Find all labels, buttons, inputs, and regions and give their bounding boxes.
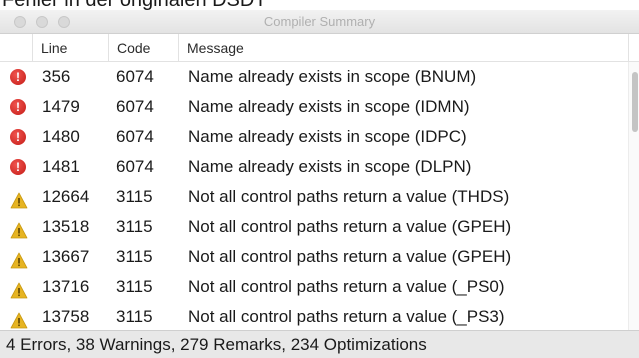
code-cell: 3115	[116, 277, 153, 296]
warning-icon	[10, 189, 28, 209]
code-cell: 3115	[116, 247, 153, 266]
error-icon: !	[10, 99, 28, 116]
warning-icon	[10, 219, 28, 239]
message-cell: Name already exists in scope (IDMN)	[188, 97, 470, 116]
message-cell: Name already exists in scope (DLPN)	[188, 157, 472, 176]
table-row[interactable]: ! 356 6074 Name already exists in scope (BN…	[0, 62, 639, 92]
vertical-scrollbar[interactable]	[628, 62, 639, 330]
column-header-code[interactable]: Code	[108, 34, 178, 62]
code-cell: 6074	[116, 67, 154, 86]
code-cell: 6074	[116, 97, 154, 116]
table-row[interactable]: 13758 3115 Not all control paths return a …	[0, 302, 639, 330]
table-row[interactable]: 13667 3115 Not all control paths return a …	[0, 242, 639, 272]
error-icon: !	[10, 69, 28, 86]
table-row[interactable]: 13716 3115 Not all control paths return a …	[0, 272, 639, 302]
code-cell: 3115	[116, 217, 153, 236]
code-cell: 6074	[116, 127, 154, 146]
warning-icon	[10, 279, 28, 299]
warning-icon	[10, 309, 28, 329]
message-cell: Not all control paths return a value (TH…	[188, 187, 510, 206]
code-cell: 3115	[116, 187, 153, 206]
table-row[interactable]: ! 1481 6074 Name already exists in scope (D…	[0, 152, 639, 182]
message-cell: Not all control paths return a value (_P…	[188, 277, 505, 296]
line-number-cell: 1479	[42, 97, 80, 116]
line-number-cell: 1480	[42, 127, 80, 146]
error-icon: !	[10, 159, 28, 176]
table-row[interactable]: 13518 3115 Not all control paths return a …	[0, 212, 639, 242]
scrollbar-thumb[interactable]	[632, 72, 638, 132]
message-cell: Name already exists in scope (IDPC)	[188, 127, 467, 146]
message-cell: Not all control paths return a value (_P…	[188, 307, 505, 326]
column-header-spacer	[628, 34, 639, 62]
line-number-cell: 13667	[42, 247, 90, 266]
line-number-cell: 356	[42, 67, 71, 86]
status-bar: 4 Errors, 38 Warnings, 279 Remarks, 234 …	[0, 330, 639, 358]
table-header: Line Code Message	[0, 34, 639, 62]
table-row[interactable]: ! 1479 6074 Name already exists in scope (I…	[0, 92, 639, 122]
column-header-line[interactable]: Line	[32, 34, 108, 62]
line-number-cell: 13758	[42, 307, 90, 326]
page-caption: Fehler in der originalen DSDT	[0, 0, 639, 10]
warning-icon	[10, 249, 28, 269]
message-cell: Not all control paths return a value (GP…	[188, 247, 512, 266]
table-row[interactable]: ! 1480 6074 Name already exists in scope (I…	[0, 122, 639, 152]
message-list: ! 356 6074 Name already exists in scope (BN…	[0, 62, 639, 330]
error-icon: !	[10, 129, 28, 146]
line-number-cell: 12664	[42, 187, 90, 206]
message-cell: Name already exists in scope (BNUM)	[188, 67, 477, 86]
window-titlebar: Compiler Summary	[0, 10, 639, 34]
window-title: Compiler Summary	[263, 14, 376, 29]
line-number-cell: 13716	[42, 277, 90, 296]
message-cell: Not all control paths return a value (GP…	[188, 217, 512, 236]
line-number-cell: 1481	[42, 157, 80, 176]
code-cell: 3115	[116, 307, 153, 326]
line-number-cell: 13518	[42, 217, 90, 236]
code-cell: 6074	[116, 157, 154, 176]
column-header-message[interactable]: Message	[178, 34, 628, 62]
table-row[interactable]: 12664 3115 Not all control paths return a …	[0, 182, 639, 212]
